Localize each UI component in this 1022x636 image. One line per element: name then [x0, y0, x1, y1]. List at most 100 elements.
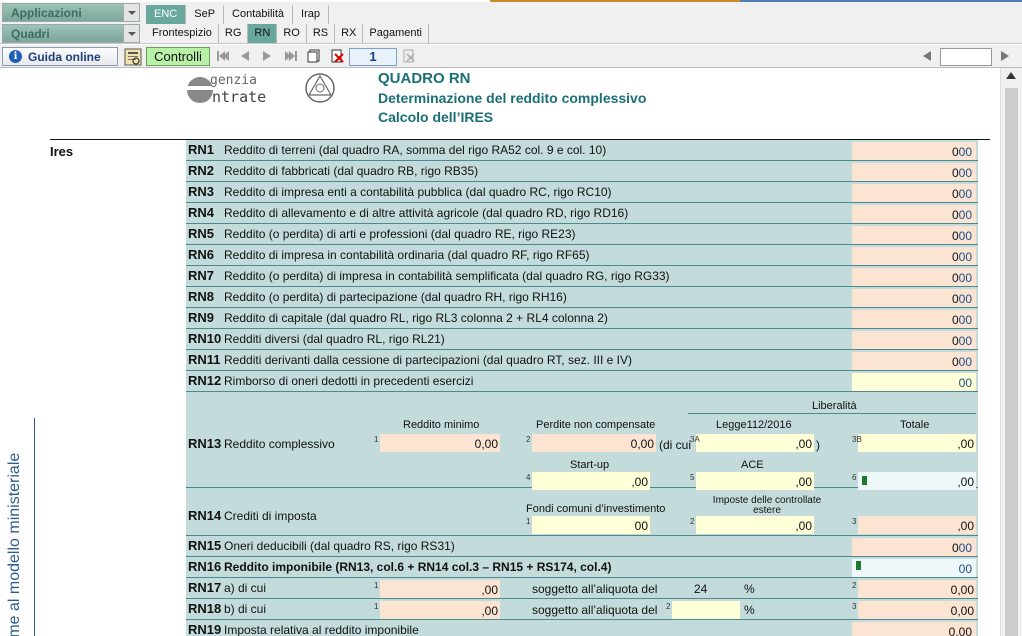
di-cui-label: (di cui [659, 438, 692, 452]
row-rn19: RN19 Imposta relativa al reddito imponibi… [186, 620, 978, 636]
tab-ro[interactable]: RO [277, 24, 307, 43]
rn5-field[interactable]: 000 [852, 226, 976, 244]
startup-caption: Start-up [570, 459, 610, 471]
row-rn7: RN7 Reddito (o perdita) di impresa in con… [186, 266, 978, 287]
rn3-field[interactable]: 000 [852, 184, 976, 202]
rn19-field[interactable]: 0,00 [852, 622, 976, 636]
last-page-icon[interactable] [284, 49, 298, 63]
rn13-reddito-minimo-field[interactable]: 1 0,00 [374, 434, 500, 452]
row-rn2: RN2 Reddito di fabbricati (dal quadro RB,… [186, 161, 978, 182]
rn4-field[interactable]: 000 [852, 205, 976, 223]
tab-frontespizio[interactable]: Frontespizio [146, 24, 219, 43]
quadri-label: Quadri [11, 27, 50, 41]
toolbar: i Guida online Controlli 1 [0, 45, 1022, 68]
tab-pagamenti[interactable]: Pagamenti [363, 24, 429, 43]
agenzia-entrate-logo: genzia ntrate [186, 73, 335, 106]
row-rn16: RN16 Reddito imponibile (RN13, col.6 + RN… [186, 557, 978, 578]
row-rn10: RN10 Redditi diversi (dal quadro RL, rigo… [186, 329, 978, 350]
row-rn12: RN12 Rimborso di oneri dedotti in precede… [186, 371, 978, 392]
legge-caption: Legge112/2016 [716, 419, 792, 431]
rn11-field[interactable]: 000 [852, 352, 976, 370]
rn1-field[interactable]: 000 [852, 142, 976, 160]
page-title: QUADRO RN [378, 70, 471, 87]
rn18-aliquota-field[interactable]: 2 [666, 601, 740, 619]
row-rn8: RN8 Reddito (o perdita) di partecipazione… [186, 287, 978, 308]
tab-rx[interactable]: RX [335, 24, 364, 43]
next-page-icon[interactable] [260, 49, 274, 63]
chevron-down-icon[interactable] [123, 25, 139, 42]
tab-sep[interactable]: SeP [186, 5, 225, 24]
chevron-down-icon[interactable] [123, 4, 139, 21]
guida-online-button[interactable]: i Guida online [2, 47, 118, 66]
print-preview-icon[interactable] [124, 48, 142, 66]
row-rn13: Liberalità Reddito minimo Perdite non co… [186, 392, 978, 490]
row-rn3: RN3 Reddito di impresa enti a contabilità… [186, 182, 978, 203]
disabled-page-icon[interactable] [402, 49, 416, 63]
document-page: rme al modello ministeriale genzia ntrat… [0, 68, 1000, 636]
tab-enc[interactable]: ENC [146, 5, 187, 24]
quadri-select[interactable]: Quadri [2, 24, 140, 43]
liberalita-line [688, 413, 976, 414]
rn-form: RN1 Reddito di terreni (dal quadro RA, so… [186, 140, 978, 636]
applicazioni-label: Applicazioni [11, 6, 82, 20]
row-rn15: RN15 Oneri deducibili (dal quadro RS, rig… [186, 536, 978, 557]
rn15-field[interactable]: 000 [852, 538, 976, 556]
rn13-legge-field[interactable]: 3A ,00 [690, 434, 814, 452]
scroll-up-icon[interactable] [1006, 72, 1016, 79]
page-number-field[interactable]: 1 [349, 48, 397, 66]
new-page-icon[interactable] [307, 49, 321, 63]
logo-bottom-text: ntrate [212, 88, 266, 106]
rn7-field[interactable]: 000 [852, 268, 976, 286]
prev-page-icon[interactable] [238, 49, 252, 63]
scroll-left-icon[interactable] [920, 49, 934, 63]
tab-contabilita[interactable]: Contabilità [224, 5, 294, 24]
row-rn9: RN9 Reddito di capitale (dal quadro RL, r… [186, 308, 978, 329]
rn16-field[interactable]: 00 [852, 559, 976, 577]
first-page-icon[interactable] [216, 49, 230, 63]
reddito-minimo-caption: Reddito minimo [403, 419, 480, 431]
row-rn4: RN4 Reddito di allevamento e di altre att… [186, 203, 978, 224]
rn17-col2-field[interactable]: 2 0,00 [852, 580, 976, 598]
rn14-fondi-field[interactable]: 1 00 [526, 516, 650, 534]
rn6-field[interactable]: 000 [852, 247, 976, 265]
row-rn1: RN1 Reddito di terreni (dal quadro RA, so… [186, 140, 978, 161]
rn18-col1-field[interactable]: 1,00 [374, 601, 500, 619]
rn14-col3-field[interactable]: 3,00 [852, 516, 976, 534]
rn10-field[interactable]: 000 [852, 331, 976, 349]
rn8-field[interactable]: 000 [852, 289, 976, 307]
applicazioni-select[interactable]: Applicazioni [2, 3, 140, 22]
rn14-imposte-field[interactable]: 2,00 [690, 516, 814, 534]
row-rn5: RN5 Reddito (o perdita) di arti e profess… [186, 224, 978, 245]
section-ires: Ires [50, 144, 74, 159]
info-icon: i [9, 50, 22, 63]
tab-rs[interactable]: RS [307, 24, 336, 43]
tab-rg[interactable]: RG [219, 24, 249, 43]
right-page-field[interactable] [940, 48, 992, 66]
tab-irap[interactable]: Irap [293, 5, 329, 24]
tab-rn[interactable]: RN [248, 24, 278, 43]
scroll-thumb[interactable] [1005, 88, 1018, 636]
rn18-pct: % [744, 603, 755, 617]
rn18-col3-field[interactable]: 3 0,00 [852, 601, 976, 619]
rn13-perdite-field[interactable]: 2 0,00 [526, 434, 656, 452]
scroll-right-icon[interactable] [998, 49, 1012, 63]
controlli-button[interactable]: Controlli [146, 47, 210, 66]
side-divider [34, 418, 35, 636]
rn2-field[interactable]: 000 [852, 163, 976, 181]
rn12-field[interactable]: 00 [852, 373, 976, 391]
top-tabs: ENC SeP Contabilità Irap [146, 5, 329, 24]
imposte-caption: Imposte delle controllate estere [712, 495, 822, 516]
perdite-caption: Perdite non compensate [536, 419, 656, 431]
rn17-col1-field[interactable]: 1,00 [374, 580, 500, 598]
guida-online-label: Guida online [28, 49, 101, 64]
vertical-scrollbar[interactable] [1000, 68, 1022, 636]
fondi-caption: Fondi comuni d’investimento [526, 503, 666, 515]
rn13-totale-field[interactable]: 3B ,00 [852, 434, 976, 452]
liberalita-caption: Liberalità [812, 400, 857, 412]
computed-marker [862, 476, 867, 485]
logo-top-text: genzia [210, 73, 257, 88]
row-rn17: RN17 a) di cui 1,00 soggetto all’aliquota… [186, 578, 978, 599]
delete-page-icon[interactable] [330, 49, 344, 63]
rn9-field[interactable]: 000 [852, 310, 976, 328]
row-rn6: RN6 Reddito di impresa in contabilità ord… [186, 245, 978, 266]
